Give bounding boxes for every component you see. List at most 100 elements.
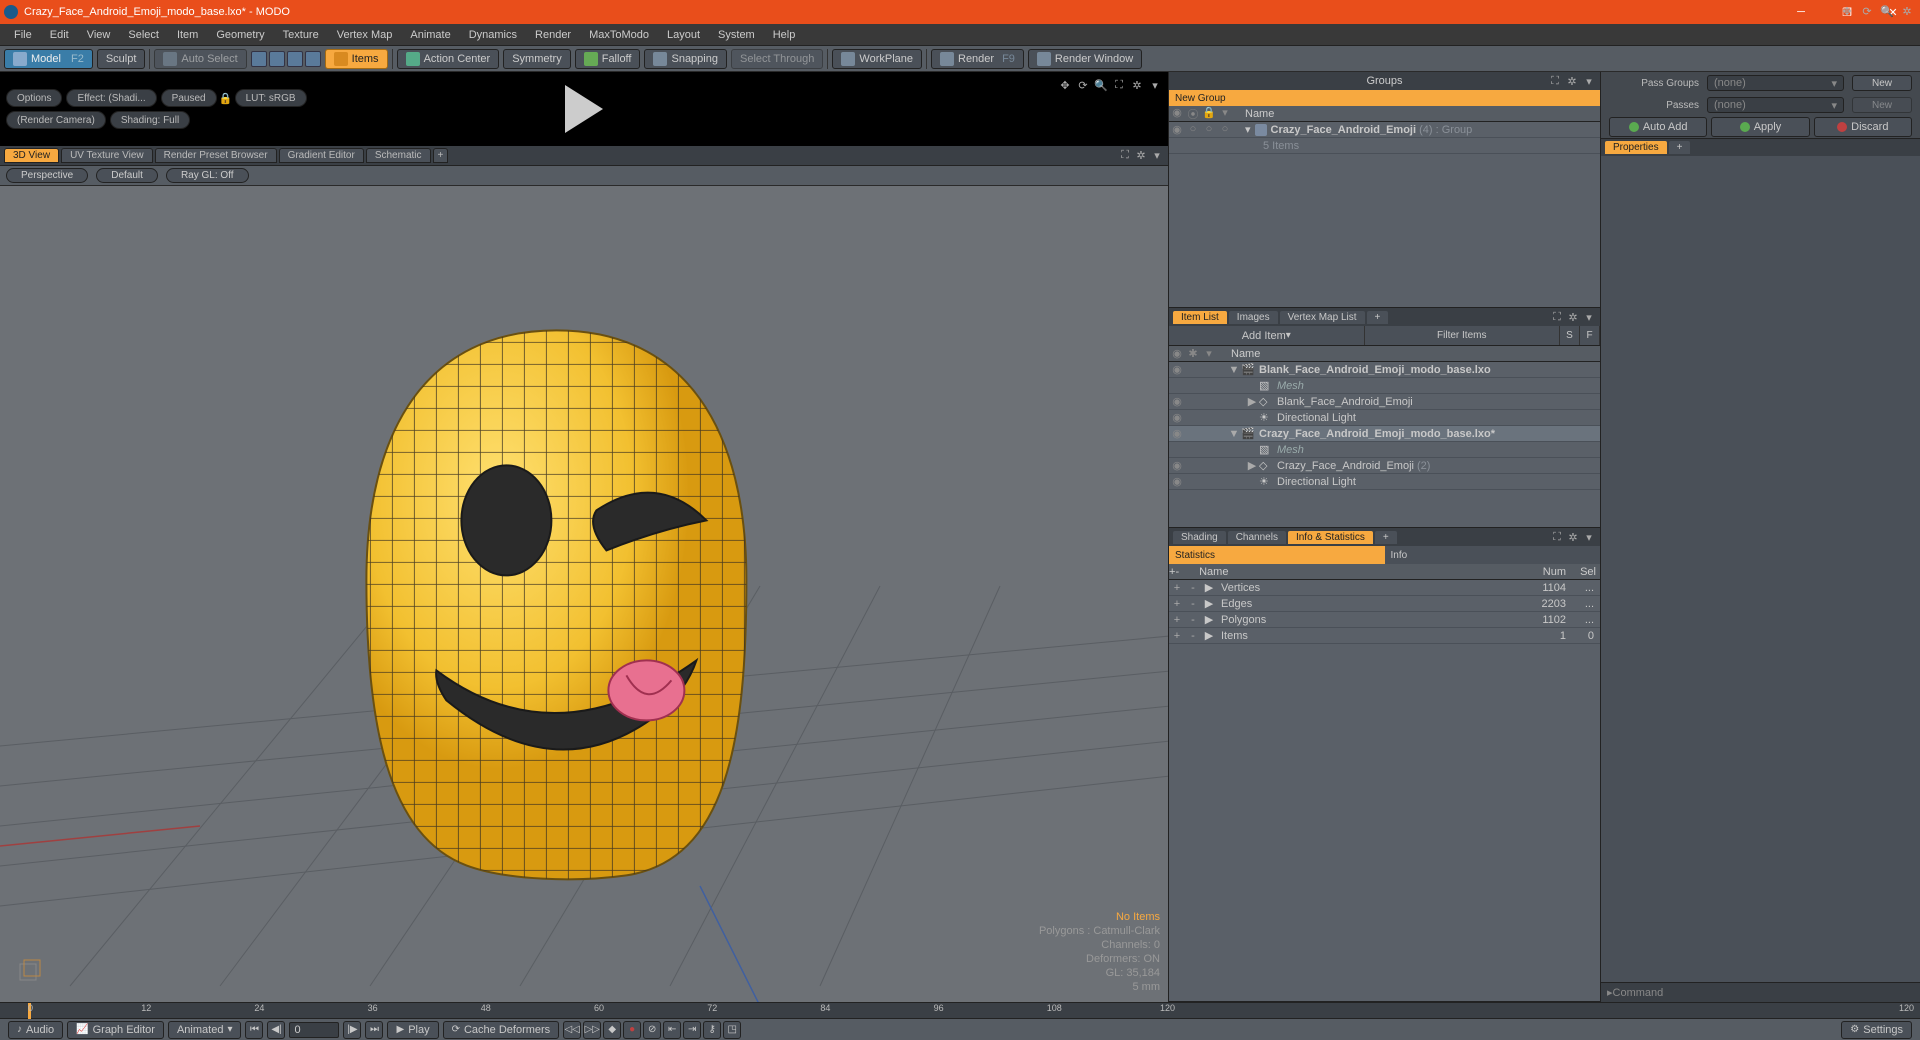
zoom-icon[interactable]: 🔍 — [1094, 78, 1108, 92]
additem-button[interactable]: Add Item ▾ — [1169, 326, 1365, 345]
solo-icon[interactable]: ⦿ — [1185, 106, 1201, 122]
selectthrough-button[interactable]: Select Through — [731, 49, 823, 69]
preview-paused[interactable]: Paused — [161, 89, 217, 107]
frame-input[interactable] — [289, 1022, 339, 1038]
autoadd-button[interactable]: Auto Add — [1609, 117, 1707, 137]
play-icon[interactable] — [565, 85, 603, 133]
item-row[interactable]: ▧Mesh — [1169, 378, 1600, 394]
eye2-icon[interactable]: ◉ — [1169, 347, 1185, 360]
info-menu-icon[interactable]: ▾ — [1582, 530, 1596, 544]
move-icon[interactable]: ✥ — [1058, 78, 1072, 92]
stepfwd-button[interactable]: |▶ — [343, 1021, 361, 1039]
passes-dropdown[interactable]: (none)▾ — [1707, 97, 1844, 113]
renderwindow-button[interactable]: Render Window — [1028, 49, 1142, 69]
subtab-statistics[interactable]: Statistics — [1169, 546, 1385, 564]
items-button[interactable]: Items — [325, 49, 388, 69]
menu-maxtomodo[interactable]: MaxToModo — [581, 27, 657, 43]
zoom2-icon[interactable]: 🔍 — [1880, 4, 1894, 18]
grapheditor-button[interactable]: 📈 Graph Editor — [67, 1021, 164, 1039]
group-row[interactable]: ◉○○○ ▾ Crazy_Face_Android_Emoji (4) : Gr… — [1169, 122, 1600, 138]
tab-vertexmaplist[interactable]: Vertex Map List — [1280, 311, 1365, 324]
stepback-button[interactable]: ◀| — [267, 1021, 285, 1039]
stat-row[interactable]: +-▶Items10 — [1169, 628, 1600, 644]
menu-dynamics[interactable]: Dynamics — [461, 27, 525, 43]
stat-row[interactable]: +-▶Vertices1104... — [1169, 580, 1600, 596]
menu-render[interactable]: Render — [527, 27, 579, 43]
passgroups-dropdown[interactable]: (none)▾ — [1707, 75, 1844, 91]
filteritems-input[interactable]: Filter Items — [1365, 326, 1561, 345]
range-out-button[interactable]: ⇥ — [683, 1021, 701, 1039]
key-icon[interactable]: ◆ — [603, 1021, 621, 1039]
workplane-button[interactable]: WorkPlane — [832, 49, 922, 69]
itemlist-gear-icon[interactable]: ✲ — [1566, 310, 1580, 324]
star-icon[interactable]: ✱ — [1185, 347, 1201, 360]
render-button[interactable]: RenderF9 — [931, 49, 1024, 69]
range-in-button[interactable]: ⇤ — [663, 1021, 681, 1039]
item-row[interactable]: ◉▼🎬Blank_Face_Android_Emoji_modo_base.lx… — [1169, 362, 1600, 378]
menu-geometry[interactable]: Geometry — [208, 27, 272, 43]
falloff-button[interactable]: Falloff — [575, 49, 641, 69]
groups-gear-icon[interactable]: ✲ — [1565, 74, 1579, 88]
poly-mode-icon[interactable] — [287, 51, 303, 67]
symmetry-button[interactable]: Symmetry — [503, 49, 571, 69]
tab-shading[interactable]: Shading — [1173, 531, 1226, 544]
item-row[interactable]: ◉▼🎬Crazy_Face_Android_Emoji_modo_base.lx… — [1169, 426, 1600, 442]
stat-row[interactable]: +-▶Polygons1102... — [1169, 612, 1600, 628]
sculpt-button[interactable]: Sculpt — [97, 49, 146, 69]
menu-view[interactable]: View — [79, 27, 119, 43]
menu-texture[interactable]: Texture — [275, 27, 327, 43]
vertex-mode-icon[interactable] — [251, 51, 267, 67]
item-row[interactable]: ◉☀Directional Light — [1169, 410, 1600, 426]
viewport-gear-icon[interactable]: ✲ — [1134, 149, 1148, 163]
key-next-button[interactable]: ▷▷ — [583, 1021, 601, 1039]
discard-button[interactable]: Discard — [1814, 117, 1912, 137]
scope-button[interactable]: ◳ — [723, 1021, 741, 1039]
tab-itemlist[interactable]: Item List — [1173, 311, 1227, 324]
expand-icon[interactable]: ⛶ — [1112, 78, 1126, 92]
apply-button[interactable]: Apply — [1711, 117, 1809, 137]
tab-add4[interactable]: + — [1669, 141, 1691, 154]
tab-renderpreset[interactable]: Render Preset Browser — [155, 148, 277, 163]
edge-mode-icon[interactable] — [269, 51, 285, 67]
audio-button[interactable]: ♪ Audio — [8, 1021, 63, 1039]
material-mode-icon[interactable] — [305, 51, 321, 67]
item-row[interactable]: ▧Mesh — [1169, 442, 1600, 458]
stat-row[interactable]: +-▶Edges2203... — [1169, 596, 1600, 612]
key-prev-button[interactable]: ◁◁ — [563, 1021, 581, 1039]
eye-icon[interactable]: ◉ — [1169, 106, 1185, 122]
passes-new[interactable]: New — [1852, 97, 1912, 113]
menu-item[interactable]: Item — [169, 27, 206, 43]
preview-shading[interactable]: Shading: Full — [110, 111, 190, 129]
info-gear-icon[interactable]: ✲ — [1566, 530, 1580, 544]
preview-lut[interactable]: LUT: sRGB — [235, 89, 307, 107]
tab-gradient[interactable]: Gradient Editor — [279, 148, 364, 163]
key-del-button[interactable]: ⊘ — [643, 1021, 661, 1039]
autoselect-button[interactable]: Auto Select — [154, 49, 246, 69]
filter-s[interactable]: S — [1560, 326, 1580, 345]
itemlist-expand-icon[interactable]: ⛶ — [1550, 310, 1564, 324]
subtab-info[interactable]: Info — [1385, 546, 1601, 564]
view-perspective[interactable]: Perspective — [6, 168, 88, 183]
lock2-icon[interactable]: 🔒 — [1201, 106, 1217, 122]
new-group-button[interactable]: New Group — [1169, 90, 1600, 106]
orbit-icon[interactable]: ⟳ — [1860, 4, 1874, 18]
item-row[interactable]: ◉▶◇Blank_Face_Android_Emoji — [1169, 394, 1600, 410]
model-button[interactable]: ModelF2 — [4, 49, 93, 69]
group-subrow[interactable]: 5 Items — [1169, 138, 1600, 154]
vpgear-icon[interactable]: ✲ — [1900, 4, 1914, 18]
item-row[interactable]: ◉▶◇Crazy_Face_Android_Emoji (2) — [1169, 458, 1600, 474]
command-input[interactable]: ▸ Command — [1601, 982, 1920, 1002]
view-raygl[interactable]: Ray GL: Off — [166, 168, 249, 183]
tab-3dview[interactable]: 3D View — [4, 148, 59, 163]
play-button[interactable]: ▶ Play — [387, 1021, 438, 1039]
view-default[interactable]: Default — [96, 168, 158, 183]
animated-dropdown[interactable]: Animated ▾ — [168, 1021, 242, 1039]
menu-system[interactable]: System — [710, 27, 763, 43]
axis-widget[interactable] — [14, 958, 44, 988]
menu-edit[interactable]: Edit — [42, 27, 77, 43]
info-expand-icon[interactable]: ⛶ — [1550, 530, 1564, 544]
autokey-button[interactable]: ⚷ — [703, 1021, 721, 1039]
tab-properties[interactable]: Properties — [1605, 141, 1667, 154]
menu-layout[interactable]: Layout — [659, 27, 708, 43]
tab-infostats[interactable]: Info & Statistics — [1288, 531, 1373, 544]
